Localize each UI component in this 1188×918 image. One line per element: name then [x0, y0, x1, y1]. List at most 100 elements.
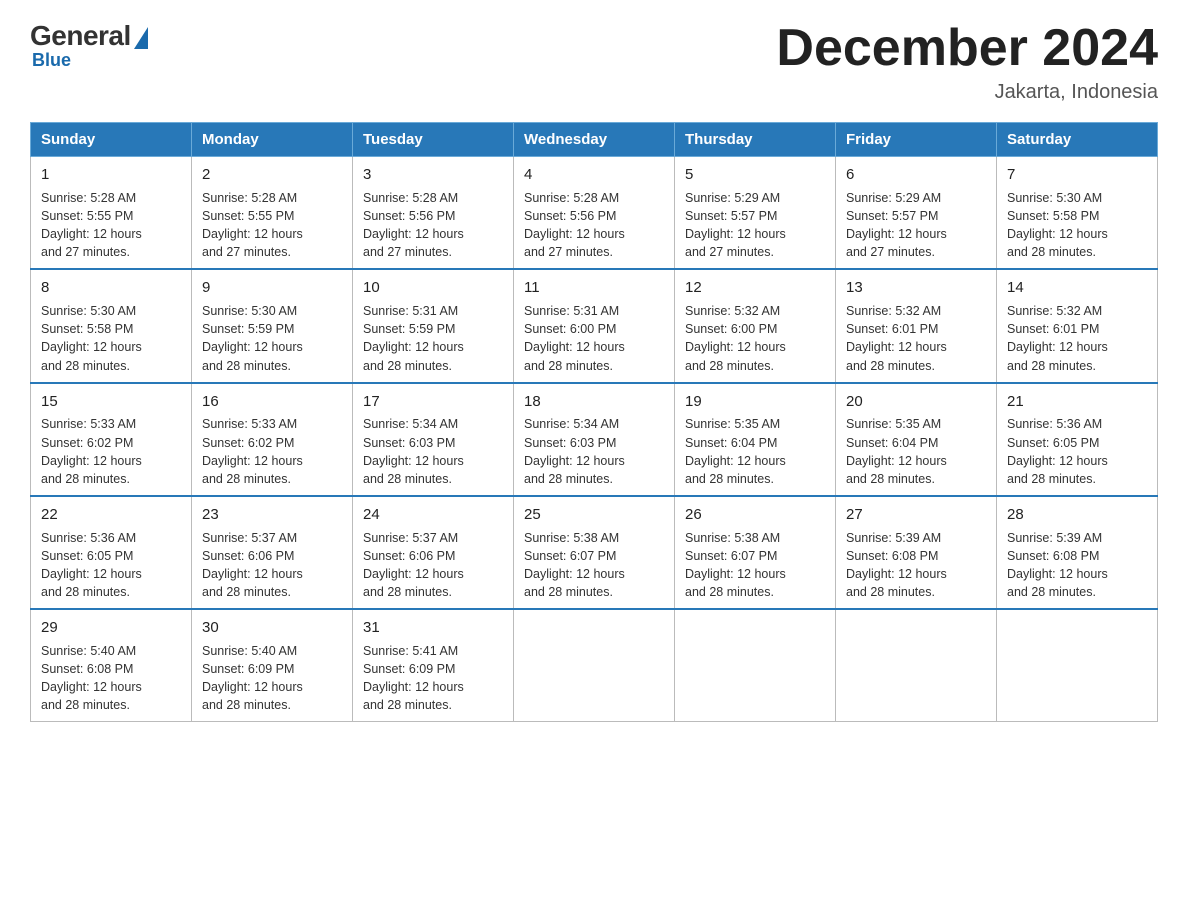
page-header: General Blue December 2024 Jakarta, Indo…: [30, 20, 1158, 104]
calendar-cell: 17Sunrise: 5:34 AMSunset: 6:03 PMDayligh…: [353, 383, 514, 496]
calendar-cell: 4 Sunrise: 5:28 AMSunset: 5:56 PMDaylight…: [514, 157, 675, 270]
day-info: Sunrise: 5:30 AMSunset: 5:58 PMDaylight:…: [1007, 189, 1147, 262]
day-info: Sunrise: 5:28 AMSunset: 5:56 PMDaylight:…: [363, 189, 503, 262]
day-info: Sunrise: 5:35 AMSunset: 6:04 PMDaylight:…: [846, 415, 986, 488]
calendar-cell: [997, 609, 1158, 722]
day-info: Sunrise: 5:40 AMSunset: 6:09 PMDaylight:…: [202, 642, 342, 715]
location-subtitle: Jakarta, Indonesia: [776, 81, 1158, 104]
day-info: Sunrise: 5:28 AMSunset: 5:55 PMDaylight:…: [41, 189, 181, 262]
day-number: 15: [41, 391, 181, 413]
calendar-cell: 15Sunrise: 5:33 AMSunset: 6:02 PMDayligh…: [31, 383, 192, 496]
calendar-week-row: 1Sunrise: 5:28 AMSunset: 5:55 PMDaylight…: [31, 157, 1158, 270]
calendar-cell: 25 Sunrise: 5:38 AMSunset: 6:07 PMDayligh…: [514, 496, 675, 609]
day-info: Sunrise: 5:31 AMSunset: 6:00 PMDaylight:…: [524, 302, 664, 375]
logo: General Blue: [30, 20, 148, 71]
day-number: 7: [1007, 164, 1147, 186]
calendar-cell: 13 Sunrise: 5:32 AMSunset: 6:01 PMDayligh…: [836, 269, 997, 382]
day-number: 16: [202, 391, 342, 413]
day-number: 6: [846, 164, 986, 186]
day-number: 29: [41, 617, 181, 639]
calendar-cell: 22 Sunrise: 5:36 AMSunset: 6:05 PMDayligh…: [31, 496, 192, 609]
day-number: 4: [524, 164, 664, 186]
day-info: Sunrise: 5:36 AMSunset: 6:05 PMDaylight:…: [41, 529, 181, 602]
day-number: 22: [41, 504, 181, 526]
day-info: Sunrise: 5:29 AMSunset: 5:57 PMDaylight:…: [685, 189, 825, 262]
day-info: Sunrise: 5:28 AMSunset: 5:56 PMDaylight:…: [524, 189, 664, 262]
day-info: Sunrise: 5:41 AMSunset: 6:09 PMDaylight:…: [363, 642, 503, 715]
day-number: 26: [685, 504, 825, 526]
day-number: 20: [846, 391, 986, 413]
calendar-cell: [836, 609, 997, 722]
day-number: 2: [202, 164, 342, 186]
calendar-cell: 1Sunrise: 5:28 AMSunset: 5:55 PMDaylight…: [31, 157, 192, 270]
calendar-cell: 2 Sunrise: 5:28 AMSunset: 5:55 PMDaylight…: [192, 157, 353, 270]
day-number: 21: [1007, 391, 1147, 413]
day-info: Sunrise: 5:32 AMSunset: 6:00 PMDaylight:…: [685, 302, 825, 375]
calendar-cell: 29 Sunrise: 5:40 AMSunset: 6:08 PMDayligh…: [31, 609, 192, 722]
day-info: Sunrise: 5:35 AMSunset: 6:04 PMDaylight:…: [685, 415, 825, 488]
day-info: Sunrise: 5:32 AMSunset: 6:01 PMDaylight:…: [1007, 302, 1147, 375]
calendar-cell: 18Sunrise: 5:34 AMSunset: 6:03 PMDayligh…: [514, 383, 675, 496]
weekday-header-row: SundayMondayTuesdayWednesdayThursdayFrid…: [31, 123, 1158, 157]
weekday-header-monday: Monday: [192, 123, 353, 157]
month-year-title: December 2024: [776, 20, 1158, 77]
weekday-header-saturday: Saturday: [997, 123, 1158, 157]
day-info: Sunrise: 5:31 AMSunset: 5:59 PMDaylight:…: [363, 302, 503, 375]
day-number: 27: [846, 504, 986, 526]
calendar-cell: 16Sunrise: 5:33 AMSunset: 6:02 PMDayligh…: [192, 383, 353, 496]
title-block: December 2024 Jakarta, Indonesia: [776, 20, 1158, 104]
day-info: Sunrise: 5:39 AMSunset: 6:08 PMDaylight:…: [846, 529, 986, 602]
calendar-cell: 5Sunrise: 5:29 AMSunset: 5:57 PMDaylight…: [675, 157, 836, 270]
logo-general-text: General: [30, 20, 131, 52]
day-number: 10: [363, 277, 503, 299]
day-info: Sunrise: 5:37 AMSunset: 6:06 PMDaylight:…: [363, 529, 503, 602]
calendar-cell: 14 Sunrise: 5:32 AMSunset: 6:01 PMDayligh…: [997, 269, 1158, 382]
day-number: 30: [202, 617, 342, 639]
calendar-week-row: 8Sunrise: 5:30 AMSunset: 5:58 PMDaylight…: [31, 269, 1158, 382]
day-number: 28: [1007, 504, 1147, 526]
day-number: 18: [524, 391, 664, 413]
day-info: Sunrise: 5:38 AMSunset: 6:07 PMDaylight:…: [685, 529, 825, 602]
day-info: Sunrise: 5:32 AMSunset: 6:01 PMDaylight:…: [846, 302, 986, 375]
weekday-header-sunday: Sunday: [31, 123, 192, 157]
calendar-cell: 19Sunrise: 5:35 AMSunset: 6:04 PMDayligh…: [675, 383, 836, 496]
calendar-cell: 3Sunrise: 5:28 AMSunset: 5:56 PMDaylight…: [353, 157, 514, 270]
day-info: Sunrise: 5:37 AMSunset: 6:06 PMDaylight:…: [202, 529, 342, 602]
day-number: 13: [846, 277, 986, 299]
calendar-cell: 6Sunrise: 5:29 AMSunset: 5:57 PMDaylight…: [836, 157, 997, 270]
calendar-cell: 11Sunrise: 5:31 AMSunset: 6:00 PMDayligh…: [514, 269, 675, 382]
calendar-cell: 9Sunrise: 5:30 AMSunset: 5:59 PMDaylight…: [192, 269, 353, 382]
calendar-cell: 28 Sunrise: 5:39 AMSunset: 6:08 PMDayligh…: [997, 496, 1158, 609]
weekday-header-wednesday: Wednesday: [514, 123, 675, 157]
day-info: Sunrise: 5:36 AMSunset: 6:05 PMDaylight:…: [1007, 415, 1147, 488]
calendar-cell: [675, 609, 836, 722]
logo-triangle-icon: [134, 27, 148, 49]
weekday-header-tuesday: Tuesday: [353, 123, 514, 157]
day-info: Sunrise: 5:33 AMSunset: 6:02 PMDaylight:…: [202, 415, 342, 488]
day-info: Sunrise: 5:40 AMSunset: 6:08 PMDaylight:…: [41, 642, 181, 715]
day-number: 12: [685, 277, 825, 299]
day-number: 23: [202, 504, 342, 526]
calendar-cell: 31 Sunrise: 5:41 AMSunset: 6:09 PMDayligh…: [353, 609, 514, 722]
logo-blue-text: Blue: [32, 50, 71, 71]
day-number: 17: [363, 391, 503, 413]
day-number: 19: [685, 391, 825, 413]
calendar-cell: 21Sunrise: 5:36 AMSunset: 6:05 PMDayligh…: [997, 383, 1158, 496]
calendar-week-row: 22 Sunrise: 5:36 AMSunset: 6:05 PMDayligh…: [31, 496, 1158, 609]
calendar-cell: 24 Sunrise: 5:37 AMSunset: 6:06 PMDayligh…: [353, 496, 514, 609]
day-number: 25: [524, 504, 664, 526]
calendar-week-row: 15 Sunrise: 5:33 AMSunset: 6:02 PMDayligh…: [31, 383, 1158, 496]
calendar-cell: 20Sunrise: 5:35 AMSunset: 6:04 PMDayligh…: [836, 383, 997, 496]
calendar-week-row: 29 Sunrise: 5:40 AMSunset: 6:08 PMDayligh…: [31, 609, 1158, 722]
day-number: 8: [41, 277, 181, 299]
day-number: 31: [363, 617, 503, 639]
calendar-cell: 12 Sunrise: 5:32 AMSunset: 6:00 PMDayligh…: [675, 269, 836, 382]
day-info: Sunrise: 5:39 AMSunset: 6:08 PMDaylight:…: [1007, 529, 1147, 602]
day-info: Sunrise: 5:38 AMSunset: 6:07 PMDaylight:…: [524, 529, 664, 602]
day-info: Sunrise: 5:34 AMSunset: 6:03 PMDaylight:…: [363, 415, 503, 488]
day-number: 24: [363, 504, 503, 526]
weekday-header-friday: Friday: [836, 123, 997, 157]
day-number: 14: [1007, 277, 1147, 299]
day-info: Sunrise: 5:28 AMSunset: 5:55 PMDaylight:…: [202, 189, 342, 262]
calendar-cell: 26 Sunrise: 5:38 AMSunset: 6:07 PMDayligh…: [675, 496, 836, 609]
